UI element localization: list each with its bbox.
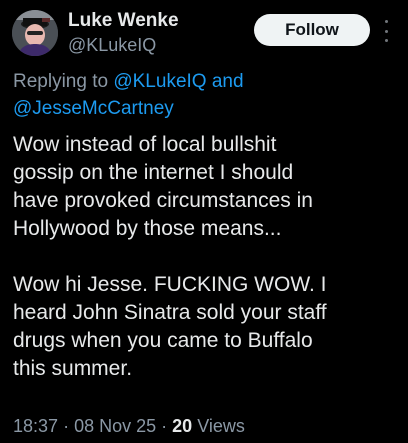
tweet-date[interactable]: 08 Nov 25 bbox=[74, 416, 156, 436]
avatar-photo-icon bbox=[12, 10, 58, 56]
mention-link-jessemccartney[interactable]: @JesseMcCartney bbox=[13, 98, 174, 119]
replying-to-prefix: Replying to bbox=[13, 71, 109, 92]
more-dot bbox=[384, 29, 388, 33]
avatar[interactable] bbox=[12, 10, 58, 56]
mention-joiner[interactable]: and bbox=[212, 71, 244, 92]
views-count: 20 bbox=[172, 416, 193, 436]
replying-to: Replying to @KLukeIQ and @JesseMcCartney bbox=[13, 68, 398, 122]
more-vertical-icon[interactable] bbox=[380, 20, 392, 42]
author-name-block: Luke Wenke @KLukeIQ bbox=[68, 9, 179, 57]
follow-button[interactable]: Follow bbox=[254, 14, 370, 46]
tweet-header: Luke Wenke @KLukeIQ Follow bbox=[0, 0, 408, 70]
more-dot bbox=[384, 39, 388, 42]
more-dot bbox=[384, 20, 388, 23]
tweet-time[interactable]: 18:37 bbox=[13, 416, 58, 436]
tweet-text: Wow instead of local bullshit gossip on … bbox=[13, 133, 327, 380]
author-handle[interactable]: @KLukeIQ bbox=[68, 33, 179, 57]
meta-separator: · bbox=[161, 416, 168, 436]
views-label: Views bbox=[197, 416, 245, 436]
meta-separator: · bbox=[63, 416, 70, 436]
author-display-name[interactable]: Luke Wenke bbox=[68, 9, 179, 33]
tweet-meta: 18:37 · 08 Nov 25 · 20 Views bbox=[13, 413, 245, 439]
mention-link-klukeiq[interactable]: @KLukeIQ bbox=[113, 71, 206, 92]
